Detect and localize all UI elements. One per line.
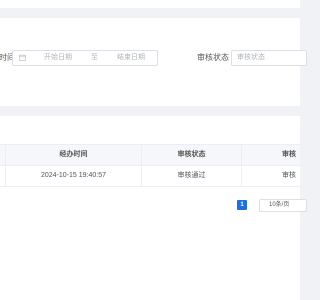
status-select-placeholder: 审核状态 (237, 54, 265, 61)
cell-handle-time: 2024-10-15 19:40:57 (6, 166, 142, 186)
page-size-value: 10条/页 (269, 202, 290, 208)
table-panel: 经办时间 审核状态 审核 2024-10-15 19:40:57 审核通过 审核… (0, 116, 307, 300)
header-status[interactable]: 审核状态 (142, 145, 242, 165)
date-range-picker[interactable]: 开始日期 至 结束日期 (12, 50, 158, 66)
top-strip (0, 0, 300, 8)
calendar-icon (19, 54, 26, 61)
start-date-input[interactable]: 开始日期 (44, 53, 72, 63)
header-review-partial[interactable]: 审核 (242, 145, 300, 165)
range-separator: 至 (91, 54, 98, 61)
page-size-select[interactable]: 10条/页 (259, 199, 307, 212)
end-date-input[interactable]: 结束日期 (117, 53, 145, 63)
pagination-current-page[interactable]: 1 (237, 200, 247, 210)
table-row[interactable]: 2024-10-15 19:40:57 审核通过 审核 (0, 166, 300, 187)
status-filter-label: 审核状态 (197, 53, 229, 62)
table-header: 经办时间 审核状态 审核 (0, 144, 300, 166)
filter-panel: 时间 开始日期 至 结束日期 审核状态 审核状态 (0, 18, 307, 106)
cell-status: 审核通过 (142, 166, 242, 186)
status-select[interactable]: 审核状态 (231, 50, 307, 66)
header-handle-time[interactable]: 经办时间 (6, 145, 142, 165)
cell-review-partial: 审核 (282, 172, 296, 179)
